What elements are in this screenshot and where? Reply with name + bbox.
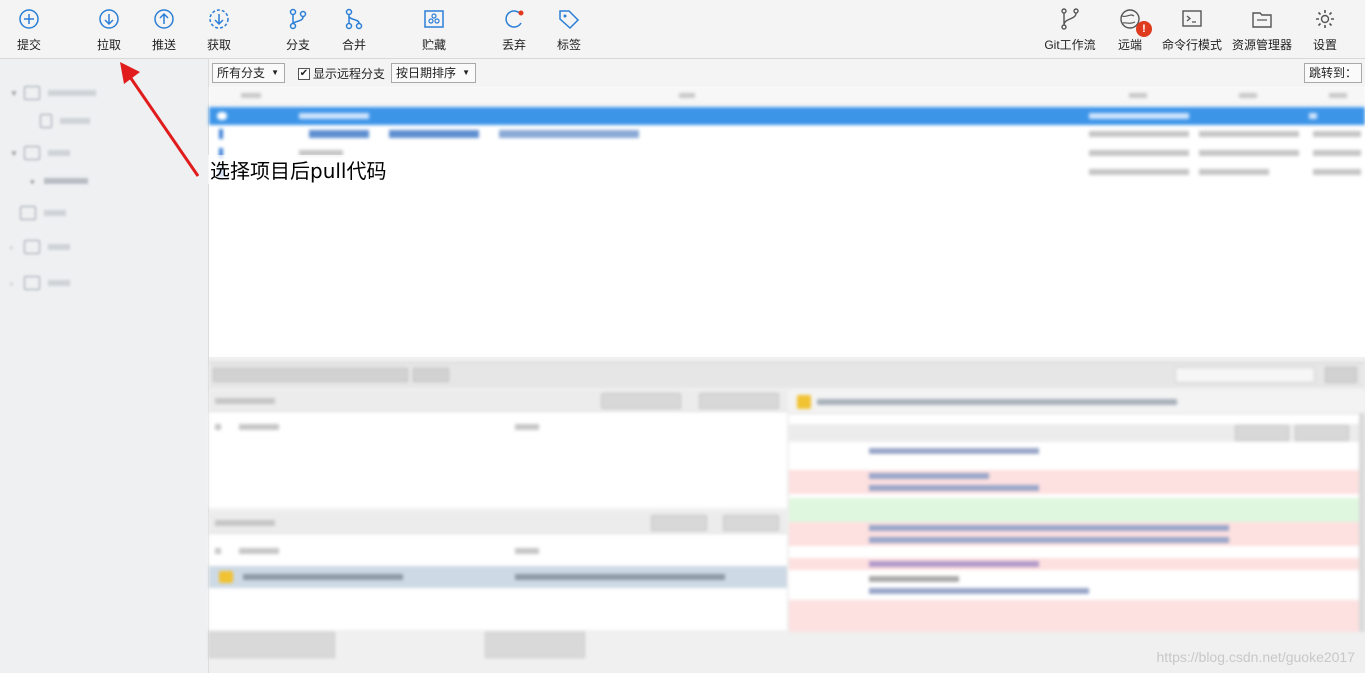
pull-button[interactable]: 拉取: [81, 6, 137, 56]
unstaged-files-pane: [209, 512, 787, 630]
settings-button[interactable]: 设置: [1297, 6, 1353, 56]
branch-button[interactable]: 分支: [270, 6, 326, 56]
tag-label: 标签: [556, 38, 581, 52]
commit-list-header: [209, 87, 1365, 105]
terminal-button[interactable]: 命令行模式: [1162, 6, 1223, 56]
terminal-label: 命令行模式: [1162, 38, 1223, 52]
branch-icon: [289, 8, 307, 30]
show-remote-checkbox[interactable]: ✔ 显示远程分支: [298, 65, 385, 82]
pull-label: 拉取: [96, 38, 121, 52]
branch-filter-value: 所有分支: [217, 66, 266, 80]
commit-row[interactable]: [209, 107, 1365, 125]
bottom-view-tabs: [209, 632, 789, 658]
sidebar-item-remotes[interactable]: ›: [10, 237, 70, 257]
unstaged-files-header: [209, 512, 787, 534]
checkmark-icon: ✔: [298, 67, 310, 80]
file-view-options-bar: [209, 362, 1365, 388]
tab-file-status[interactable]: [209, 632, 335, 658]
push-label: 推送: [151, 38, 176, 52]
stash-button[interactable]: 贮藏: [406, 6, 462, 56]
commit-history: [209, 87, 1365, 357]
merge-icon: [345, 8, 363, 30]
filter-bar: 所有分支 ▼ ✔ 显示远程分支 按日期排序 ▼ 跳转到：: [209, 59, 1365, 87]
annotation-text: 选择项目后pull代码: [208, 155, 389, 184]
commit-label: 提交: [16, 38, 41, 52]
settings-label: 设置: [1312, 38, 1337, 52]
arrow-down-circle-icon: [99, 9, 119, 29]
sort-value: 按日期排序: [396, 66, 457, 80]
stash-icon: [424, 10, 444, 28]
file-row[interactable]: [209, 566, 787, 588]
sidebar-item-workspace[interactable]: ▼: [10, 83, 96, 103]
discard-label: 丢弃: [501, 38, 526, 52]
sort-dropdown[interactable]: 按日期排序 ▼: [391, 63, 476, 83]
annotation-arrow: [120, 62, 200, 177]
tag-icon: [559, 10, 580, 30]
stash-label: 贮藏: [421, 38, 446, 52]
watermark: https://blog.csdn.net/guoke2017: [1156, 649, 1355, 665]
sidebar-item-branches[interactable]: ▼: [10, 143, 70, 163]
merge-button[interactable]: 合并: [326, 6, 382, 56]
remote-button[interactable]: ! 远端: [1102, 6, 1158, 56]
sidebar-item-tags[interactable]: [20, 203, 66, 223]
diff-pane: [789, 390, 1365, 632]
explorer-button[interactable]: 资源管理器: [1232, 6, 1293, 56]
discard-button[interactable]: 丢弃: [486, 6, 542, 56]
fetch-icon: [209, 9, 229, 29]
fetch-label: 获取: [206, 38, 231, 52]
tab-search[interactable]: [485, 632, 585, 658]
discard-icon: [505, 10, 524, 28]
tab-log[interactable]: [345, 632, 481, 658]
branch-filter-dropdown[interactable]: 所有分支 ▼: [212, 63, 285, 83]
sidebar-item-stashes[interactable]: ›: [10, 273, 70, 293]
gear-icon: [1316, 10, 1334, 28]
caret-down-icon: ▼: [271, 68, 279, 77]
sidebar-item-file-status[interactable]: [40, 111, 90, 131]
tag-button[interactable]: 标签: [541, 6, 597, 56]
branch-label: 分支: [285, 38, 310, 52]
jump-to-button[interactable]: 跳转到：: [1303, 63, 1362, 83]
git-flow-button[interactable]: Git工作流: [1042, 6, 1098, 56]
commit-button[interactable]: 提交: [1, 6, 57, 56]
main-toolbar: 提交 拉取 推送 获取 分支 合并 贮藏 丢弃 标签 Git工作流 ! 远端 命…: [0, 0, 1365, 59]
jump-to-label: 跳转到：: [1308, 66, 1357, 80]
staged-files-pane: [209, 390, 787, 508]
show-remote-label: 显示远程分支: [313, 67, 386, 81]
merge-label: 合并: [341, 38, 366, 52]
push-button[interactable]: 推送: [136, 6, 192, 56]
remote-alert-badge: !: [1136, 21, 1152, 37]
staged-files-header: [209, 390, 787, 412]
caret-down-icon: ▼: [462, 68, 470, 77]
git-flow-icon: [1061, 8, 1079, 30]
plus-circle-icon: [19, 9, 39, 29]
sidebar-item-master[interactable]: ●: [30, 171, 88, 191]
commit-row[interactable]: [209, 125, 1365, 143]
arrow-up-circle-icon: [154, 9, 174, 29]
fetch-button[interactable]: 获取: [191, 6, 247, 56]
terminal-icon: [1182, 10, 1202, 27]
explorer-label: 资源管理器: [1232, 38, 1293, 52]
remote-label: 远端: [1117, 38, 1142, 52]
git-flow-label: Git工作流: [1044, 38, 1096, 52]
folder-icon: [1252, 12, 1272, 28]
